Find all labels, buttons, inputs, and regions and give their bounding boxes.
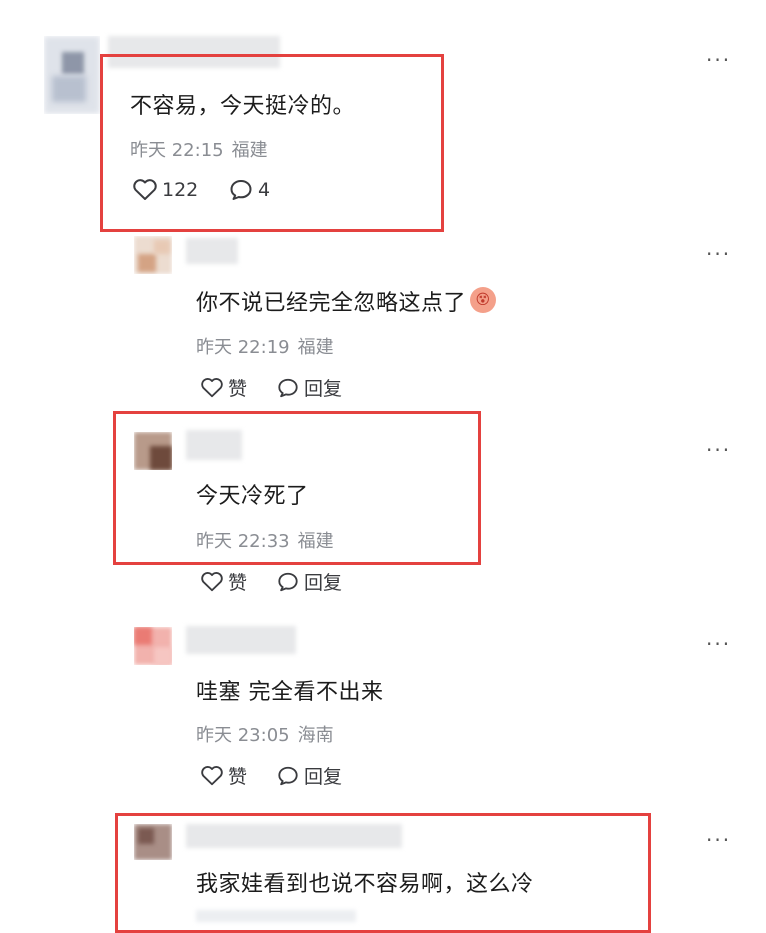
heart-icon — [201, 377, 223, 397]
heart-icon — [201, 571, 223, 591]
comment-text: 你不说已经完全忽略这点了 😵 — [196, 285, 497, 317]
more-options-button[interactable]: ··· — [706, 828, 731, 852]
like-label: 赞 — [228, 572, 248, 594]
reply-label: 回复 — [304, 378, 343, 400]
comment-meta: 昨天 23:05 海南 — [196, 721, 334, 747]
username-blurred[interactable] — [186, 626, 296, 654]
comment-text: 哇塞 完全看不出来 — [196, 680, 384, 705]
more-options-button[interactable]: ··· — [706, 438, 731, 462]
highlight-box — [115, 813, 651, 933]
comment-text-body: 你不说已经完全忽略这点了 — [196, 291, 467, 316]
like-label: 赞 — [228, 378, 248, 400]
more-options-button[interactable]: ··· — [706, 632, 731, 656]
like-button[interactable]: 赞 — [200, 374, 247, 401]
comment-time: 昨天 23:05 — [196, 725, 290, 746]
dizzy-face-emoji-icon: 😵 — [470, 287, 497, 313]
highlight-box — [100, 54, 444, 232]
comment-time: 昨天 22:19 — [196, 337, 290, 358]
reply-label: 回复 — [304, 766, 343, 788]
like-button[interactable]: 赞 — [200, 762, 247, 789]
more-options-button[interactable]: ··· — [706, 48, 731, 72]
comment-meta: 昨天 22:19 福建 — [196, 333, 334, 359]
reply-button[interactable]: 回复 — [276, 762, 342, 789]
like-label: 赞 — [228, 766, 248, 788]
avatar[interactable] — [44, 36, 100, 114]
comment-bubble-icon — [278, 378, 298, 397]
heart-icon — [201, 765, 223, 785]
comment-location: 福建 — [297, 337, 334, 358]
more-options-button[interactable]: ··· — [706, 242, 731, 266]
username-blurred[interactable] — [186, 238, 238, 264]
comment-location: 海南 — [297, 725, 334, 746]
comment-bubble-icon — [278, 572, 298, 591]
like-button[interactable]: 赞 — [200, 568, 247, 595]
reply-button[interactable]: 回复 — [276, 374, 342, 401]
reply-label: 回复 — [304, 572, 343, 594]
reply-button[interactable]: 回复 — [276, 568, 342, 595]
avatar[interactable] — [134, 627, 172, 665]
comment-bubble-icon — [278, 766, 298, 785]
avatar[interactable] — [134, 236, 172, 274]
highlight-box — [113, 411, 481, 565]
